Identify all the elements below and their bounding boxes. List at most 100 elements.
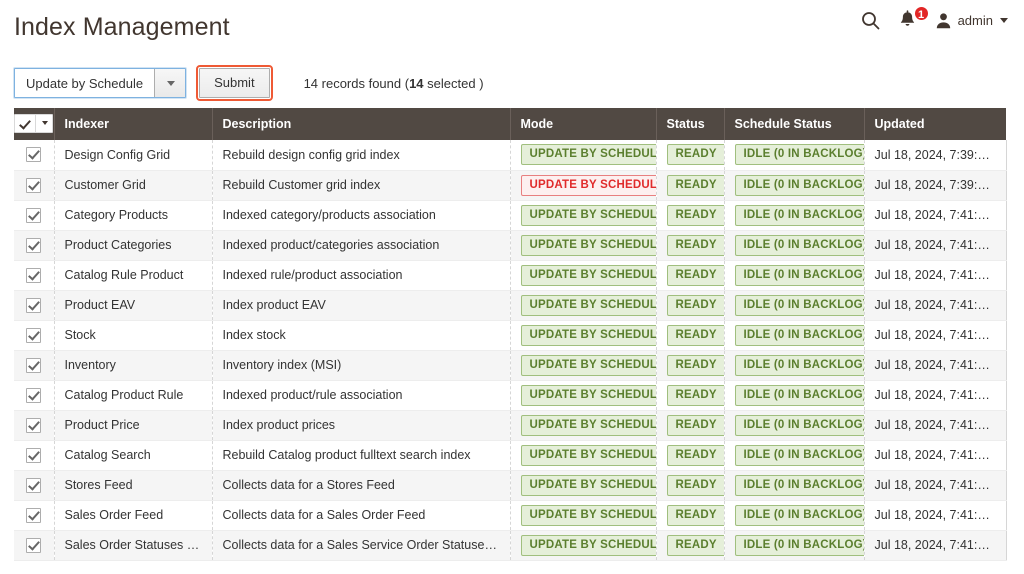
column-header-mode[interactable]: Mode [510,108,656,140]
schedule-status-badge: IDLE (0 IN BACKLOG) [735,325,865,346]
cell-indexer: Catalog Search [54,440,212,470]
select-all-dropdown-toggle[interactable] [35,115,52,132]
grid-header-row: Indexer Description Mode Status Schedule… [14,108,1006,140]
submit-button[interactable]: Submit [199,68,269,98]
schedule-status-cell: IDLE (0 IN BACKLOG) [724,140,864,170]
status-cell: READY [656,380,724,410]
column-header-updated[interactable]: Updated [864,108,1006,140]
table-row[interactable]: Product CategoriesIndexed product/catego… [14,230,1006,260]
row-checkbox[interactable] [26,238,41,253]
status-cell: READY [656,530,724,560]
row-checkbox[interactable] [26,328,41,343]
schedule-status-badge: IDLE (0 IN BACKLOG) [735,235,865,256]
cell-description: Rebuild Customer grid index [212,170,510,200]
select-all-checkbox[interactable] [15,115,35,132]
row-checkbox-cell [14,290,54,320]
row-checkbox-cell [14,530,54,560]
status-badge: READY [667,144,725,165]
mode-badge: UPDATE BY SCHEDULE [521,175,657,196]
table-row[interactable]: InventoryInventory index (MSI)UPDATE BY … [14,350,1006,380]
row-checkbox[interactable] [26,478,41,493]
table-row[interactable]: Product EAVIndex product EAVUPDATE BY SC… [14,290,1006,320]
schedule-status-badge: IDLE (0 IN BACKLOG) [735,265,865,286]
cell-updated: Jul 18, 2024, 7:41:09 PM [864,260,1006,290]
cell-indexer: Category Products [54,200,212,230]
mode-cell: UPDATE BY SCHEDULE [510,290,656,320]
column-header-description[interactable]: Description [212,108,510,140]
row-checkbox[interactable] [26,508,41,523]
search-icon[interactable] [861,11,880,30]
table-row[interactable]: Stores FeedCollects data for a Stores Fe… [14,470,1006,500]
grid-header: Indexer Description Mode Status Schedule… [14,108,1006,140]
mode-cell: UPDATE BY SCHEDULE [510,410,656,440]
records-selected-count: 14 [409,76,423,91]
row-checkbox[interactable] [26,178,41,193]
table-row[interactable]: Design Config GridRebuild design config … [14,140,1006,170]
table-row[interactable]: StockIndex stockUPDATE BY SCHEDULEREADYI… [14,320,1006,350]
table-row[interactable]: Customer GridRebuild Customer grid index… [14,170,1006,200]
column-header-indexer[interactable]: Indexer [54,108,212,140]
row-checkbox[interactable] [26,147,41,162]
column-header-status[interactable]: Status [656,108,724,140]
cell-description: Index stock [212,320,510,350]
cell-description: Indexed rule/product association [212,260,510,290]
row-checkbox[interactable] [26,298,41,313]
schedule-status-badge: IDLE (0 IN BACKLOG) [735,144,865,165]
cell-updated: Jul 18, 2024, 7:41:09 PM [864,380,1006,410]
status-badge: READY [667,295,725,316]
cell-indexer: Sales Order Statuses Feed [54,530,212,560]
row-checkbox[interactable] [26,208,41,223]
mass-action-dropdown-toggle[interactable] [154,69,185,97]
mass-action-select[interactable]: Update by Schedule [14,68,186,98]
records-found-suffix: selected ) [424,76,484,91]
mass-action-selected-value: Update by Schedule [15,69,154,97]
row-checkbox[interactable] [26,358,41,373]
table-row[interactable]: Catalog SearchRebuild Catalog product fu… [14,440,1006,470]
select-all-header-cell [14,108,54,140]
mode-badge: UPDATE BY SCHEDULE [521,415,657,436]
search-icon-glyph [861,11,880,30]
cell-indexer: Stores Feed [54,470,212,500]
admin-user-menu[interactable]: admin [935,12,1008,29]
cell-description: Rebuild Catalog product fulltext search … [212,440,510,470]
row-checkbox[interactable] [26,448,41,463]
mode-badge: UPDATE BY SCHEDULE [521,205,657,226]
column-header-schedule-status[interactable]: Schedule Status [724,108,864,140]
mode-badge: UPDATE BY SCHEDULE [521,355,657,376]
notifications-bell-icon[interactable]: 1 [898,10,917,30]
status-badge: READY [667,265,725,286]
table-row[interactable]: Catalog Rule ProductIndexed rule/product… [14,260,1006,290]
table-row[interactable]: Sales Order FeedCollects data for a Sale… [14,500,1006,530]
mode-badge: UPDATE BY SCHEDULE [521,144,657,165]
row-checkbox[interactable] [26,388,41,403]
select-all-checkbox-group[interactable] [14,114,53,133]
table-row[interactable]: Sales Order Statuses FeedCollects data f… [14,530,1006,560]
cell-updated: Jul 18, 2024, 7:41:10 PM [864,410,1006,440]
mode-badge: UPDATE BY SCHEDULE [521,475,657,496]
mode-badge: UPDATE BY SCHEDULE [521,535,657,556]
row-checkbox-cell [14,380,54,410]
row-checkbox-cell [14,170,54,200]
mode-badge: UPDATE BY SCHEDULE [521,265,657,286]
cell-updated: Jul 18, 2024, 7:41:11 PM [864,470,1006,500]
cell-indexer: Product Price [54,410,212,440]
schedule-status-badge: IDLE (0 IN BACKLOG) [735,535,865,556]
row-checkbox[interactable] [26,268,41,283]
status-cell: READY [656,140,724,170]
row-checkbox[interactable] [26,538,41,553]
status-cell: READY [656,500,724,530]
cell-updated: Jul 18, 2024, 7:41:11 PM [864,500,1006,530]
row-checkbox-cell [14,500,54,530]
mode-cell: UPDATE BY SCHEDULE [510,440,656,470]
mode-badge: UPDATE BY SCHEDULE [521,505,657,526]
status-cell: READY [656,170,724,200]
schedule-status-cell: IDLE (0 IN BACKLOG) [724,170,864,200]
status-badge: READY [667,355,725,376]
schedule-status-cell: IDLE (0 IN BACKLOG) [724,410,864,440]
indexer-grid-container: Indexer Description Mode Status Schedule… [14,108,1006,561]
notification-count-badge: 1 [913,5,930,22]
table-row[interactable]: Catalog Product RuleIndexed product/rule… [14,380,1006,410]
row-checkbox[interactable] [26,418,41,433]
table-row[interactable]: Product PriceIndex product pricesUPDATE … [14,410,1006,440]
table-row[interactable]: Category ProductsIndexed category/produc… [14,200,1006,230]
